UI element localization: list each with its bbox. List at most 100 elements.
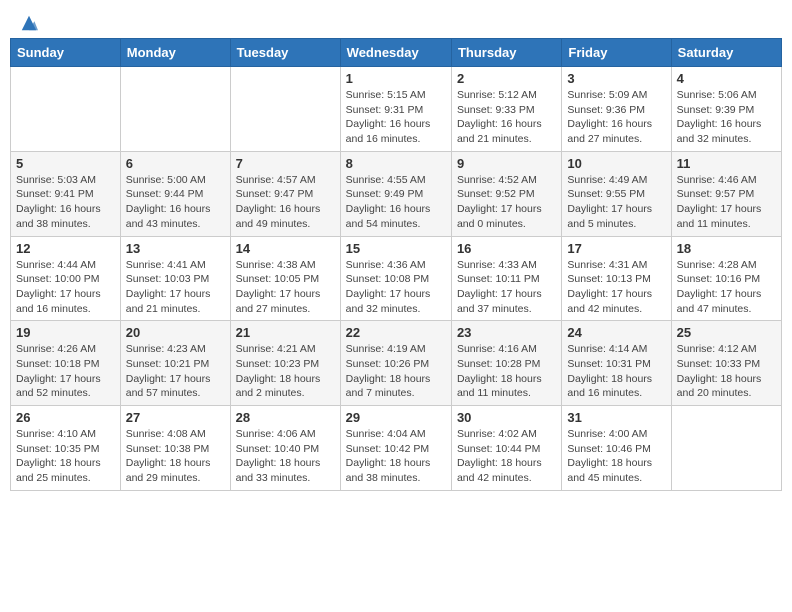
day-number: 12 xyxy=(16,241,115,256)
calendar-cell: 25 Sunrise: 4:12 AM Sunset: 10:33 PM Dayl… xyxy=(671,321,781,406)
calendar-cell xyxy=(11,67,121,152)
calendar-cell: 14 Sunrise: 4:38 AM Sunset: 10:05 PM Dayl… xyxy=(230,236,340,321)
day-info: Sunrise: 4:23 AM Sunset: 10:21 PM Daylig… xyxy=(126,342,225,401)
day-number: 18 xyxy=(677,241,776,256)
calendar-cell: 11 Sunrise: 4:46 AM Sunset: 9:57 PM Dayli… xyxy=(671,151,781,236)
day-info: Sunrise: 4:26 AM Sunset: 10:18 PM Daylig… xyxy=(16,342,115,401)
day-number: 1 xyxy=(346,71,446,86)
logo-icon xyxy=(20,14,38,32)
calendar-cell: 21Sunrise: 4:21 AM Sunset: 10:23 PM Dayl… xyxy=(230,321,340,406)
calendar-cell: 15 Sunrise: 4:36 AM Sunset: 10:08 PM Dayl… xyxy=(340,236,451,321)
day-info: Sunrise: 5:15 AM Sunset: 9:31 PM Dayligh… xyxy=(346,88,446,147)
day-number: 29 xyxy=(346,410,446,425)
day-number: 31 xyxy=(567,410,665,425)
day-number: 25 xyxy=(677,325,776,340)
logo xyxy=(18,14,38,26)
day-number: 28 xyxy=(236,410,335,425)
calendar-cell: 1 Sunrise: 5:15 AM Sunset: 9:31 PM Daylig… xyxy=(340,67,451,152)
calendar-week-row: 1 Sunrise: 5:15 AM Sunset: 9:31 PM Daylig… xyxy=(11,67,782,152)
calendar-cell: 6 Sunrise: 5:00 AM Sunset: 9:44 PM Daylig… xyxy=(120,151,230,236)
calendar-cell: 9 Sunrise: 4:52 AM Sunset: 9:52 PM Daylig… xyxy=(451,151,561,236)
day-number: 8 xyxy=(346,156,446,171)
day-number: 30 xyxy=(457,410,556,425)
day-info: Sunrise: 4:21 AM Sunset: 10:23 PM Daylig… xyxy=(236,342,335,401)
day-info: Sunrise: 4:04 AM Sunset: 10:42 PM Daylig… xyxy=(346,427,446,486)
calendar-cell xyxy=(120,67,230,152)
calendar-cell: 27Sunrise: 4:08 AM Sunset: 10:38 PM Dayl… xyxy=(120,406,230,491)
day-header-sunday: Sunday xyxy=(11,39,121,67)
calendar-cell: 20 Sunrise: 4:23 AM Sunset: 10:21 PM Dayl… xyxy=(120,321,230,406)
day-header-friday: Friday xyxy=(562,39,671,67)
day-header-saturday: Saturday xyxy=(671,39,781,67)
calendar-cell: 19 Sunrise: 4:26 AM Sunset: 10:18 PM Dayl… xyxy=(11,321,121,406)
day-number: 15 xyxy=(346,241,446,256)
day-info: Sunrise: 4:33 AM Sunset: 10:11 PM Daylig… xyxy=(457,258,556,317)
day-number: 24 xyxy=(567,325,665,340)
day-number: 5 xyxy=(16,156,115,171)
day-info: Sunrise: 4:38 AM Sunset: 10:05 PM Daylig… xyxy=(236,258,335,317)
calendar-cell: 8 Sunrise: 4:55 AM Sunset: 9:49 PM Daylig… xyxy=(340,151,451,236)
day-info: Sunrise: 4:57 AM Sunset: 9:47 PM Dayligh… xyxy=(236,173,335,232)
day-number: 14 xyxy=(236,241,335,256)
day-info: Sunrise: 4:12 AM Sunset: 10:33 PM Daylig… xyxy=(677,342,776,401)
calendar-cell: 23 Sunrise: 4:16 AM Sunset: 10:28 PM Dayl… xyxy=(451,321,561,406)
page-header xyxy=(10,10,782,30)
calendar-cell: 28 Sunrise: 4:06 AM Sunset: 10:40 PM Dayl… xyxy=(230,406,340,491)
calendar-cell: 5 Sunrise: 5:03 AM Sunset: 9:41 PM Daylig… xyxy=(11,151,121,236)
day-number: 22 xyxy=(346,325,446,340)
calendar-week-row: 19 Sunrise: 4:26 AM Sunset: 10:18 PM Dayl… xyxy=(11,321,782,406)
day-number: 9 xyxy=(457,156,556,171)
day-number: 27 xyxy=(126,410,225,425)
day-info: Sunrise: 5:09 AM Sunset: 9:36 PM Dayligh… xyxy=(567,88,665,147)
calendar-cell: 24 Sunrise: 4:14 AM Sunset: 10:31 PM Dayl… xyxy=(562,321,671,406)
day-info: Sunrise: 4:14 AM Sunset: 10:31 PM Daylig… xyxy=(567,342,665,401)
day-number: 13 xyxy=(126,241,225,256)
calendar-cell xyxy=(671,406,781,491)
day-number: 6 xyxy=(126,156,225,171)
day-info: Sunrise: 4:06 AM Sunset: 10:40 PM Daylig… xyxy=(236,427,335,486)
calendar-cell: 12 Sunrise: 4:44 AM Sunset: 10:00 PM Dayl… xyxy=(11,236,121,321)
calendar-cell: 31 Sunrise: 4:00 AM Sunset: 10:46 PM Dayl… xyxy=(562,406,671,491)
calendar-cell: 22Sunrise: 4:19 AM Sunset: 10:26 PM Dayl… xyxy=(340,321,451,406)
day-number: 7 xyxy=(236,156,335,171)
day-header-monday: Monday xyxy=(120,39,230,67)
day-info: Sunrise: 4:36 AM Sunset: 10:08 PM Daylig… xyxy=(346,258,446,317)
calendar-week-row: 12 Sunrise: 4:44 AM Sunset: 10:00 PM Dayl… xyxy=(11,236,782,321)
day-number: 19 xyxy=(16,325,115,340)
calendar-cell: 10Sunrise: 4:49 AM Sunset: 9:55 PM Dayli… xyxy=(562,151,671,236)
day-number: 2 xyxy=(457,71,556,86)
day-number: 20 xyxy=(126,325,225,340)
day-info: Sunrise: 5:06 AM Sunset: 9:39 PM Dayligh… xyxy=(677,88,776,147)
calendar-cell: 26Sunrise: 4:10 AM Sunset: 10:35 PM Dayl… xyxy=(11,406,121,491)
day-info: Sunrise: 5:12 AM Sunset: 9:33 PM Dayligh… xyxy=(457,88,556,147)
calendar-week-row: 26Sunrise: 4:10 AM Sunset: 10:35 PM Dayl… xyxy=(11,406,782,491)
calendar-cell: 3 Sunrise: 5:09 AM Sunset: 9:36 PM Daylig… xyxy=(562,67,671,152)
day-info: Sunrise: 5:00 AM Sunset: 9:44 PM Dayligh… xyxy=(126,173,225,232)
day-number: 16 xyxy=(457,241,556,256)
day-number: 4 xyxy=(677,71,776,86)
calendar-cell: 7 Sunrise: 4:57 AM Sunset: 9:47 PM Daylig… xyxy=(230,151,340,236)
day-info: Sunrise: 4:46 AM Sunset: 9:57 PM Dayligh… xyxy=(677,173,776,232)
day-info: Sunrise: 5:03 AM Sunset: 9:41 PM Dayligh… xyxy=(16,173,115,232)
calendar-cell: 16 Sunrise: 4:33 AM Sunset: 10:11 PM Dayl… xyxy=(451,236,561,321)
day-info: Sunrise: 4:52 AM Sunset: 9:52 PM Dayligh… xyxy=(457,173,556,232)
calendar-week-row: 5 Sunrise: 5:03 AM Sunset: 9:41 PM Daylig… xyxy=(11,151,782,236)
calendar-cell: 18Sunrise: 4:28 AM Sunset: 10:16 PM Dayl… xyxy=(671,236,781,321)
day-number: 3 xyxy=(567,71,665,86)
day-info: Sunrise: 4:49 AM Sunset: 9:55 PM Dayligh… xyxy=(567,173,665,232)
day-info: Sunrise: 4:02 AM Sunset: 10:44 PM Daylig… xyxy=(457,427,556,486)
calendar-header-row: SundayMondayTuesdayWednesdayThursdayFrid… xyxy=(11,39,782,67)
calendar-table: SundayMondayTuesdayWednesdayThursdayFrid… xyxy=(10,38,782,491)
day-number: 11 xyxy=(677,156,776,171)
day-info: Sunrise: 4:44 AM Sunset: 10:00 PM Daylig… xyxy=(16,258,115,317)
calendar-cell xyxy=(230,67,340,152)
calendar-cell: 2 Sunrise: 5:12 AM Sunset: 9:33 PM Daylig… xyxy=(451,67,561,152)
day-number: 17 xyxy=(567,241,665,256)
day-number: 23 xyxy=(457,325,556,340)
day-info: Sunrise: 4:41 AM Sunset: 10:03 PM Daylig… xyxy=(126,258,225,317)
day-number: 26 xyxy=(16,410,115,425)
day-info: Sunrise: 4:00 AM Sunset: 10:46 PM Daylig… xyxy=(567,427,665,486)
day-info: Sunrise: 4:55 AM Sunset: 9:49 PM Dayligh… xyxy=(346,173,446,232)
calendar-cell: 29 Sunrise: 4:04 AM Sunset: 10:42 PM Dayl… xyxy=(340,406,451,491)
day-info: Sunrise: 4:16 AM Sunset: 10:28 PM Daylig… xyxy=(457,342,556,401)
